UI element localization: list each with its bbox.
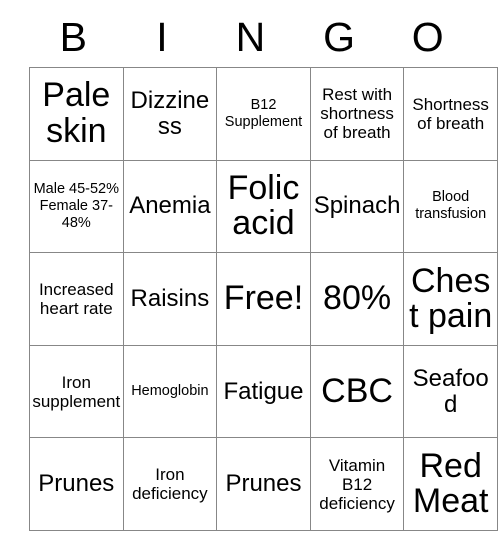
bingo-cell[interactable]: Prunes — [216, 437, 311, 531]
bingo-header-letter-o: O — [411, 14, 444, 60]
bingo-cell[interactable]: Blood transfusion — [403, 159, 498, 254]
bingo-row: Increased heart rate Raisins Free! 80% C… — [29, 252, 498, 346]
bingo-cell[interactable]: Fatigue — [216, 344, 311, 439]
bingo-cell[interactable]: B12 Supplement — [216, 67, 311, 161]
bingo-cell[interactable]: CBC — [309, 344, 405, 439]
bingo-cell[interactable]: Rest with shortness of breath — [309, 67, 405, 161]
bingo-cell[interactable]: Prunes — [29, 437, 124, 531]
bingo-cell[interactable]: Vitamin B12 deficiency — [309, 437, 405, 531]
bingo-header-letter-i: I — [156, 14, 168, 60]
bingo-header-letter-n: N — [235, 14, 266, 60]
bingo-row: Iron supplement Hemoglobin Fatigue CBC S… — [29, 344, 498, 439]
bingo-header-row: B I N G O — [29, 8, 472, 67]
bingo-header-letter-b: B — [59, 14, 87, 60]
bingo-header-letter-g: G — [323, 14, 356, 60]
bingo-cell[interactable]: Chest pain — [403, 252, 498, 346]
bingo-card: B I N G O Pale skin Dizziness B12 Supple… — [29, 8, 498, 531]
bingo-cell[interactable]: Dizziness — [122, 67, 218, 161]
bingo-cell[interactable]: Iron deficiency — [122, 437, 218, 531]
bingo-cell[interactable]: Increased heart rate — [29, 252, 124, 346]
bingo-row: Pale skin Dizziness B12 Supplement Rest … — [29, 67, 498, 161]
bingo-cell[interactable]: Raisins — [122, 252, 218, 346]
bingo-cell[interactable]: Shortness of breath — [403, 67, 498, 161]
bingo-grid: Pale skin Dizziness B12 Supplement Rest … — [29, 67, 498, 531]
bingo-cell[interactable]: Anemia — [122, 159, 218, 254]
bingo-row: Prunes Iron deficiency Prunes Vitamin B1… — [29, 437, 498, 531]
bingo-cell[interactable]: Male 45-52% Female 37-48% — [29, 159, 124, 254]
bingo-cell[interactable]: Seafood — [403, 344, 498, 439]
bingo-cell[interactable]: Spinach — [309, 159, 405, 254]
bingo-cell[interactable]: Hemoglobin — [122, 344, 218, 439]
bingo-cell[interactable]: Red Meat — [403, 437, 498, 531]
bingo-cell[interactable]: Pale skin — [29, 67, 124, 161]
bingo-cell-free[interactable]: Free! — [216, 252, 311, 346]
bingo-row: Male 45-52% Female 37-48% Anemia Folic a… — [29, 159, 498, 254]
bingo-cell[interactable]: 80% — [309, 252, 405, 346]
bingo-cell[interactable]: Folic acid — [216, 159, 311, 254]
bingo-cell[interactable]: Iron supplement — [29, 344, 124, 439]
